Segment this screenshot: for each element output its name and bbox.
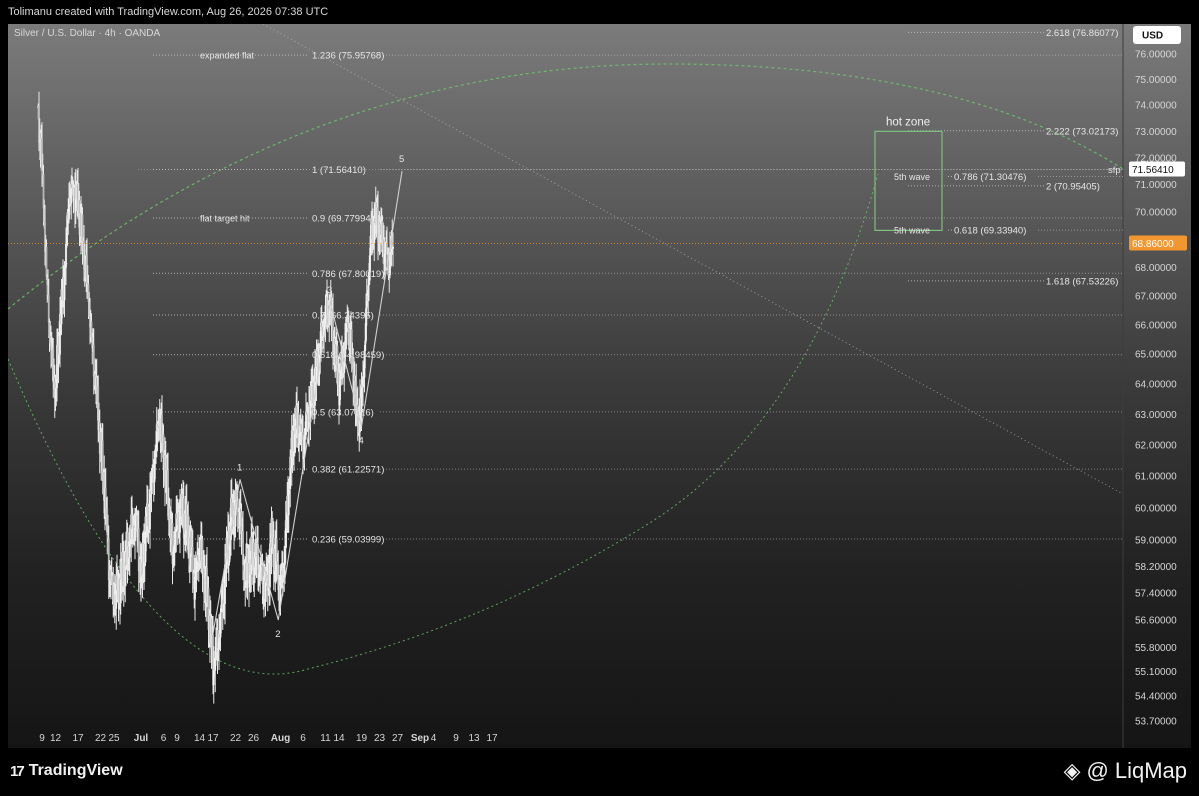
price-chart[interactable]: Silver / U.S. Dollar · 4h · OANDA 1.236 … xyxy=(8,24,1191,748)
chart-area[interactable]: Silver / U.S. Dollar · 4h · OANDA 1.236 … xyxy=(8,24,1191,748)
wave-label: 4 xyxy=(359,435,364,446)
y-axis-tick: 55.80000 xyxy=(1135,643,1177,654)
x-axis-tick: 9 xyxy=(39,733,45,744)
y-axis-tick: 61.00000 xyxy=(1135,472,1177,483)
y-axis-tick: 62.00000 xyxy=(1135,440,1177,451)
x-axis-tick: 22 xyxy=(95,733,107,744)
x-axis-tick: 17 xyxy=(207,733,219,744)
x-axis-tick: 17 xyxy=(486,733,498,744)
y-axis-tick: 65.00000 xyxy=(1135,350,1177,361)
fib-extension-label: 0.786 (71.30476) xyxy=(954,172,1026,183)
sfp-price-marker-text: 71.56410 xyxy=(1132,165,1174,176)
fib-retracement-label: 0.7 (66.34395) xyxy=(312,310,374,321)
fib-retracement-label: 0.9 (69.77994) xyxy=(312,213,374,224)
y-axis-tick: 74.00000 xyxy=(1135,101,1177,112)
binance-diamond-icon: ◈ xyxy=(1063,758,1081,783)
sfp-price-marker[interactable]: 71.56410 xyxy=(1129,161,1185,177)
y-axis-tick: 57.40000 xyxy=(1135,589,1177,600)
y-axis-tick: 63.00000 xyxy=(1135,410,1177,421)
fib-extension-label: 1.618 (67.53226) xyxy=(1046,276,1118,287)
y-axis-tick: 68.00000 xyxy=(1135,263,1177,274)
y-axis-tick: 66.00000 xyxy=(1135,320,1177,331)
y-axis-tick: 71.00000 xyxy=(1135,180,1177,191)
x-axis-tick: 14 xyxy=(194,733,206,744)
fib-retracement-label: 1 (71.56410) xyxy=(312,165,366,176)
x-axis-tick: 13 xyxy=(468,733,480,744)
x-axis-tick: 26 xyxy=(248,733,260,744)
x-axis-tick: 23 xyxy=(374,733,386,744)
current-price-marker[interactable]: 68.86000 xyxy=(1129,235,1187,251)
tradingview-logo-text: TradingView xyxy=(28,762,123,779)
candle-body xyxy=(392,246,394,249)
tradingview-logo[interactable]: 17 TradingView xyxy=(10,762,123,780)
fib-retracement-label: 1.236 (75.95768) xyxy=(312,51,384,62)
sfp-tag: sfp xyxy=(1108,165,1121,176)
x-axis-tick: Aug xyxy=(271,733,290,744)
wave-label: 3 xyxy=(327,285,332,296)
x-axis-tick: 9 xyxy=(174,733,180,744)
y-axis-tick: 64.00000 xyxy=(1135,380,1177,391)
fib-extension-label: 0.618 (69.33940) xyxy=(954,226,1026,237)
x-axis-tick: 27 xyxy=(392,733,404,744)
chart-attribution: Tolimanu created with TradingView.com, A… xyxy=(0,0,1199,24)
x-axis-tick: 4 xyxy=(431,733,437,744)
candle-body xyxy=(45,246,48,278)
y-axis-tick: 76.00000 xyxy=(1135,50,1177,61)
current-price-marker-text: 68.86000 xyxy=(1132,239,1174,250)
liqmap-logo-text: LiqMap xyxy=(1114,758,1187,783)
tradingview-logo-icon: 17 xyxy=(10,762,25,780)
y-axis-tick: 70.00000 xyxy=(1135,207,1177,218)
x-axis-tick: 14 xyxy=(333,733,345,744)
y-axis-tick: 75.00000 xyxy=(1135,75,1177,86)
chart-title: Silver / U.S. Dollar · 4h · OANDA xyxy=(14,28,160,39)
chart-annotation: hot zone xyxy=(886,116,930,128)
wave-label: 1 xyxy=(237,462,242,473)
y-axis-tick: 67.00000 xyxy=(1135,292,1177,303)
x-axis-tick: 22 xyxy=(230,733,242,744)
x-axis-tick: Sep xyxy=(411,733,429,744)
liqmap-logo[interactable]: ◈ @ LiqMap xyxy=(1064,758,1187,784)
fan-arc-lower xyxy=(8,173,879,675)
x-axis-tick: 25 xyxy=(108,733,120,744)
x-axis-tick: 9 xyxy=(453,733,459,744)
chart-annotation: expanded flat xyxy=(200,51,255,61)
fib-retracement-label: 0.382 (61.22571) xyxy=(312,465,384,476)
x-axis-tick: 19 xyxy=(356,733,368,744)
chart-annotation: 5th wave xyxy=(894,172,930,182)
wave-label: 5 xyxy=(399,154,404,165)
x-axis-tick: 6 xyxy=(161,733,167,744)
x-axis-tick: 17 xyxy=(72,733,84,744)
x-axis-tick: 12 xyxy=(50,733,62,744)
chart-annotation: 5th wave xyxy=(894,226,930,236)
y-axis-tick: 59.00000 xyxy=(1135,536,1177,547)
fan-arc-upper xyxy=(8,63,1123,310)
fib-retracement-label: 0.786 (67.80019) xyxy=(312,269,384,280)
fib-extension-label: 2.618 (76.86077) xyxy=(1046,28,1118,39)
fib-retracement-label: 0.236 (59.03999) xyxy=(312,534,384,545)
y-axis-tick: 73.00000 xyxy=(1135,127,1177,138)
candle-body xyxy=(191,546,194,574)
currency-badge-text: USD xyxy=(1142,31,1163,42)
y-axis-tick: 58.20000 xyxy=(1135,562,1177,573)
y-axis-tick: 56.60000 xyxy=(1135,615,1177,626)
wave-label: 2 xyxy=(275,629,280,640)
y-axis-tick: 55.10000 xyxy=(1135,667,1177,678)
chart-annotation: flat target hit xyxy=(200,213,250,223)
x-axis-tick: 11 xyxy=(320,733,331,744)
y-axis-tick: 53.70000 xyxy=(1135,717,1177,728)
fib-extension-label: 2 (70.95405) xyxy=(1046,181,1100,192)
currency-badge[interactable]: USD xyxy=(1133,26,1181,44)
x-axis-tick: Jul xyxy=(134,733,149,744)
liqmap-at: @ xyxy=(1086,758,1109,783)
candle-body xyxy=(47,295,50,323)
y-axis-tick: 60.00000 xyxy=(1135,503,1177,514)
fib-extension-label: 2.222 (73.02173) xyxy=(1046,126,1118,137)
x-axis-tick: 6 xyxy=(300,733,306,744)
footer-bar: 17 TradingView ◈ @ LiqMap xyxy=(0,748,1199,796)
y-axis-tick: 54.40000 xyxy=(1135,692,1177,703)
